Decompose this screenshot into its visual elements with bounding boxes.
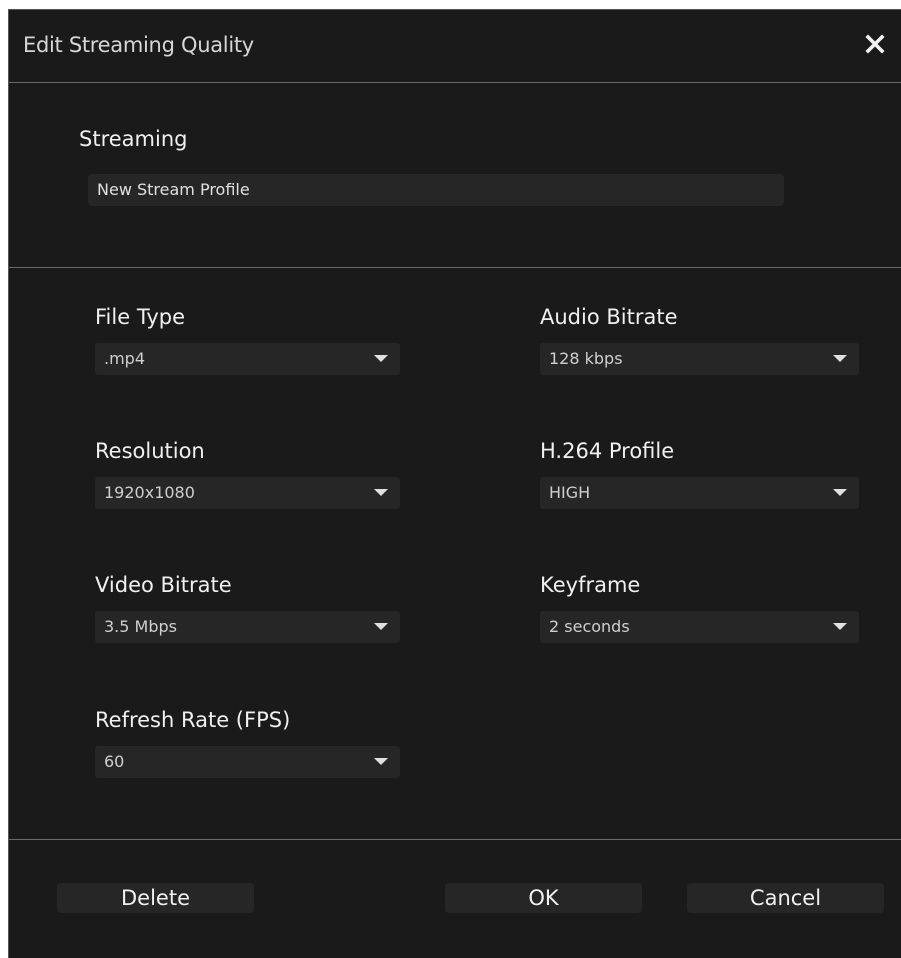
file-type-dropdown[interactable]: .mp4	[95, 343, 400, 375]
file-type-value: .mp4	[104, 349, 146, 368]
audio-bitrate-dropdown[interactable]: 128 kbps	[540, 343, 859, 375]
refresh-rate-label: Refresh Rate (FPS)	[95, 708, 291, 732]
streaming-label: Streaming	[79, 127, 188, 151]
video-bitrate-dropdown[interactable]: 3.5 Mbps	[95, 611, 400, 643]
streaming-section: Streaming New Stream Profile	[9, 83, 901, 268]
close-icon[interactable]	[863, 32, 887, 56]
keyframe-dropdown[interactable]: 2 seconds	[540, 611, 859, 643]
refresh-rate-value: 60	[104, 752, 125, 771]
video-bitrate-label: Video Bitrate	[95, 573, 232, 597]
resolution-label: Resolution	[95, 439, 205, 463]
keyframe-value: 2 seconds	[549, 617, 630, 636]
refresh-rate-dropdown[interactable]: 60	[95, 746, 400, 778]
video-bitrate-value: 3.5 Mbps	[104, 617, 177, 636]
chevron-down-icon	[374, 758, 388, 765]
h264-profile-value: HIGH	[549, 483, 591, 502]
file-type-label: File Type	[95, 305, 186, 329]
chevron-down-icon	[374, 355, 388, 362]
edit-streaming-quality-dialog: Edit Streaming Quality Streaming New Str…	[8, 9, 901, 958]
ok-button[interactable]: OK	[445, 883, 642, 913]
chevron-down-icon	[374, 489, 388, 496]
dialog-titlebar: Edit Streaming Quality	[9, 10, 901, 83]
resolution-dropdown[interactable]: 1920x1080	[95, 477, 400, 509]
h264-profile-label: H.264 Profile	[540, 439, 675, 463]
keyframe-label: Keyframe	[540, 573, 641, 597]
chevron-down-icon	[833, 489, 847, 496]
cancel-button[interactable]: Cancel	[687, 883, 884, 913]
stream-profile-name-input[interactable]: New Stream Profile	[88, 174, 784, 206]
delete-button[interactable]: Delete	[57, 883, 254, 913]
chevron-down-icon	[833, 623, 847, 630]
audio-bitrate-value: 128 kbps	[549, 349, 623, 368]
chevron-down-icon	[374, 623, 388, 630]
footer-divider	[9, 839, 901, 840]
resolution-value: 1920x1080	[104, 483, 195, 502]
close-icon-glyph	[865, 34, 885, 54]
h264-profile-dropdown[interactable]: HIGH	[540, 477, 859, 509]
dialog-title: Edit Streaming Quality	[23, 33, 254, 57]
audio-bitrate-label: Audio Bitrate	[540, 305, 678, 329]
chevron-down-icon	[833, 355, 847, 362]
